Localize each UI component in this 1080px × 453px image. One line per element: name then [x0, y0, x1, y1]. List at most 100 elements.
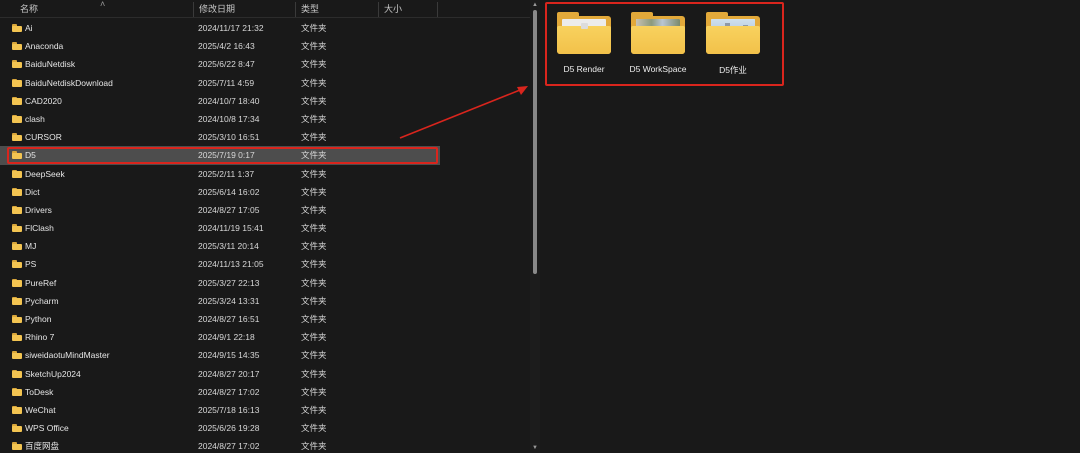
modified-date: 2024/8/27 17:02 [198, 441, 260, 452]
file-row[interactable]: Python 2024/8/27 16:51 文件夹 [0, 310, 440, 328]
scroll-up-arrow-icon[interactable]: ▲ [530, 0, 540, 10]
file-rows: Ai 2024/11/17 21:32 文件夹 Anaconda 2025/4/2 16… [0, 19, 440, 453]
file-name: BaiduNetdiskDownload [25, 77, 113, 88]
file-row[interactable]: Dict 2025/6/14 16:02 文件夹 [0, 183, 440, 201]
modified-date: 2025/7/11 4:59 [198, 77, 255, 88]
modified-date: 2024/10/7 18:40 [198, 95, 260, 106]
file-type: 文件夹 [301, 59, 327, 70]
file-name: WeChat [25, 404, 56, 415]
file-type: 文件夹 [301, 350, 327, 361]
modified-date: 2024/8/27 17:05 [198, 204, 260, 215]
file-name: DeepSeek [25, 168, 65, 179]
file-row[interactable]: ToDesk 2024/8/27 17:02 文件夹 [0, 383, 440, 401]
file-name: Drivers [25, 204, 52, 215]
file-name: FlClash [25, 223, 54, 234]
file-row[interactable]: BaiduNetdiskDownload 2025/7/11 4:59 文件夹 [0, 74, 440, 92]
folder-icon [12, 42, 22, 51]
file-type: 文件夹 [301, 277, 327, 288]
folder-icon [12, 278, 22, 287]
file-type: 文件夹 [301, 332, 327, 343]
file-row[interactable]: Rhino 7 2024/9/1 22:18 文件夹 [0, 328, 440, 346]
modified-date: 2025/3/27 22:13 [198, 277, 260, 288]
modified-date: 2024/10/8 17:34 [198, 113, 260, 124]
modified-date: 2025/7/18 16:13 [198, 404, 260, 415]
folder-icon [12, 315, 22, 323]
modified-date: 2024/9/15 14:35 [198, 350, 260, 361]
folder-icon [12, 96, 22, 105]
vertical-scrollbar[interactable]: ▲ ▼ [530, 0, 540, 453]
file-type: 文件夹 [301, 295, 327, 306]
folder-tile-d5-render[interactable]: D5 Render [548, 12, 620, 82]
file-row[interactable]: Pycharm 2025/3/24 13:31 文件夹 [0, 292, 440, 310]
file-row[interactable]: DeepSeek 2025/2/11 1:37 文件夹 [0, 165, 440, 183]
file-row[interactable]: CAD2020 2024/10/7 18:40 文件夹 [0, 92, 440, 110]
scroll-down-arrow-icon[interactable]: ▼ [530, 443, 540, 453]
file-type: 文件夹 [301, 386, 327, 397]
file-type: 文件夹 [301, 23, 327, 33]
file-row[interactable]: D5 2025/7/19 0:17 文件夹 [0, 146, 440, 165]
file-type: 文件夹 [301, 95, 327, 106]
column-name-header[interactable]: 名称 [14, 0, 194, 18]
file-row[interactable]: BaiduNetdisk 2025/6/22 8:47 文件夹 [0, 55, 440, 73]
modified-date: 2025/6/26 19:28 [198, 423, 260, 434]
file-row[interactable]: PS 2024/11/13 21:05 文件夹 [0, 255, 440, 273]
folder-icon [12, 333, 22, 342]
file-name: MJ [25, 241, 37, 252]
folder-icon [12, 133, 22, 142]
file-name: PureRef [25, 277, 57, 288]
folder-icon [12, 114, 22, 123]
folder-icon [12, 205, 22, 214]
column-size-header[interactable]: 大小 [378, 0, 438, 18]
file-name: SketchUp2024 [25, 368, 81, 379]
modified-date: 2024/9/1 22:18 [198, 332, 255, 343]
modified-date: 2024/11/19 15:41 [198, 223, 264, 234]
file-row[interactable]: WPS Office 2025/6/26 19:28 文件夹 [0, 419, 440, 437]
folder-icon [12, 242, 22, 251]
file-row[interactable]: FlClash 2024/11/19 15:41 文件夹 [0, 219, 440, 237]
file-type: 文件夹 [301, 423, 327, 434]
column-divider[interactable] [437, 2, 438, 17]
file-type: 文件夹 [301, 113, 327, 124]
file-name: Dict [25, 186, 40, 197]
folder-icon [12, 151, 22, 160]
column-type-header[interactable]: 类型 [295, 0, 377, 18]
column-date-header[interactable]: 修改日期 [193, 0, 295, 18]
file-name: PS [25, 259, 37, 270]
folder-icon [631, 12, 685, 54]
file-row[interactable]: CURSOR 2025/3/10 16:51 文件夹 [0, 128, 440, 146]
file-name: Pycharm [25, 295, 59, 306]
folder-tile-d5-workspace[interactable]: D5 WorkSpace [622, 12, 694, 82]
file-name: ToDesk [25, 386, 54, 397]
file-name: siweidaotuMindMaster [25, 350, 110, 361]
file-row[interactable]: Drivers 2024/8/27 17:05 文件夹 [0, 201, 440, 219]
file-row[interactable]: PureRef 2025/3/27 22:13 文件夹 [0, 274, 440, 292]
file-row[interactable]: SketchUp2024 2024/8/27 20:17 文件夹 [0, 365, 440, 383]
folder-icon [12, 351, 22, 360]
file-row[interactable]: MJ 2025/3/11 20:14 文件夹 [0, 237, 440, 255]
file-row[interactable]: Ai 2024/11/17 21:32 文件夹 [0, 19, 440, 37]
file-list-pane: ˄ 名称 修改日期 类型 大小 Ai 2024/11/17 21:32 文件夹 Ana… [0, 0, 530, 453]
file-row[interactable]: clash 2024/10/8 17:34 文件夹 [0, 110, 440, 128]
folder-icon [12, 169, 22, 178]
file-name: CURSOR [25, 132, 62, 143]
folder-tile-d5-homework[interactable]: D5作业 [697, 12, 769, 82]
file-type: 文件夹 [301, 368, 327, 379]
file-row[interactable]: Anaconda 2025/4/2 16:43 文件夹 [0, 37, 440, 55]
file-row[interactable]: 百度网盘 2024/8/27 17:02 文件夹 [0, 437, 440, 453]
scrollbar-thumb[interactable] [533, 10, 537, 274]
file-row[interactable]: siweidaotuMindMaster 2024/9/15 14:35 文件夹 [0, 346, 440, 364]
file-type: 文件夹 [301, 404, 327, 415]
folder-icon [12, 405, 22, 414]
file-name: BaiduNetdisk [25, 59, 76, 70]
file-type: 文件夹 [301, 77, 327, 88]
folder-icon [706, 12, 760, 54]
folder-icon [12, 60, 22, 69]
column-name-label: 名称 [20, 4, 39, 14]
file-name: Anaconda [25, 41, 64, 52]
file-name: CAD2020 [25, 95, 62, 106]
modified-date: 2025/6/22 8:47 [198, 59, 255, 70]
file-row[interactable]: WeChat 2025/7/18 16:13 文件夹 [0, 401, 440, 419]
modified-date: 2025/6/14 16:02 [198, 186, 260, 197]
file-type: 文件夹 [301, 314, 327, 324]
folder-tile-label: D5 Render [563, 64, 605, 74]
